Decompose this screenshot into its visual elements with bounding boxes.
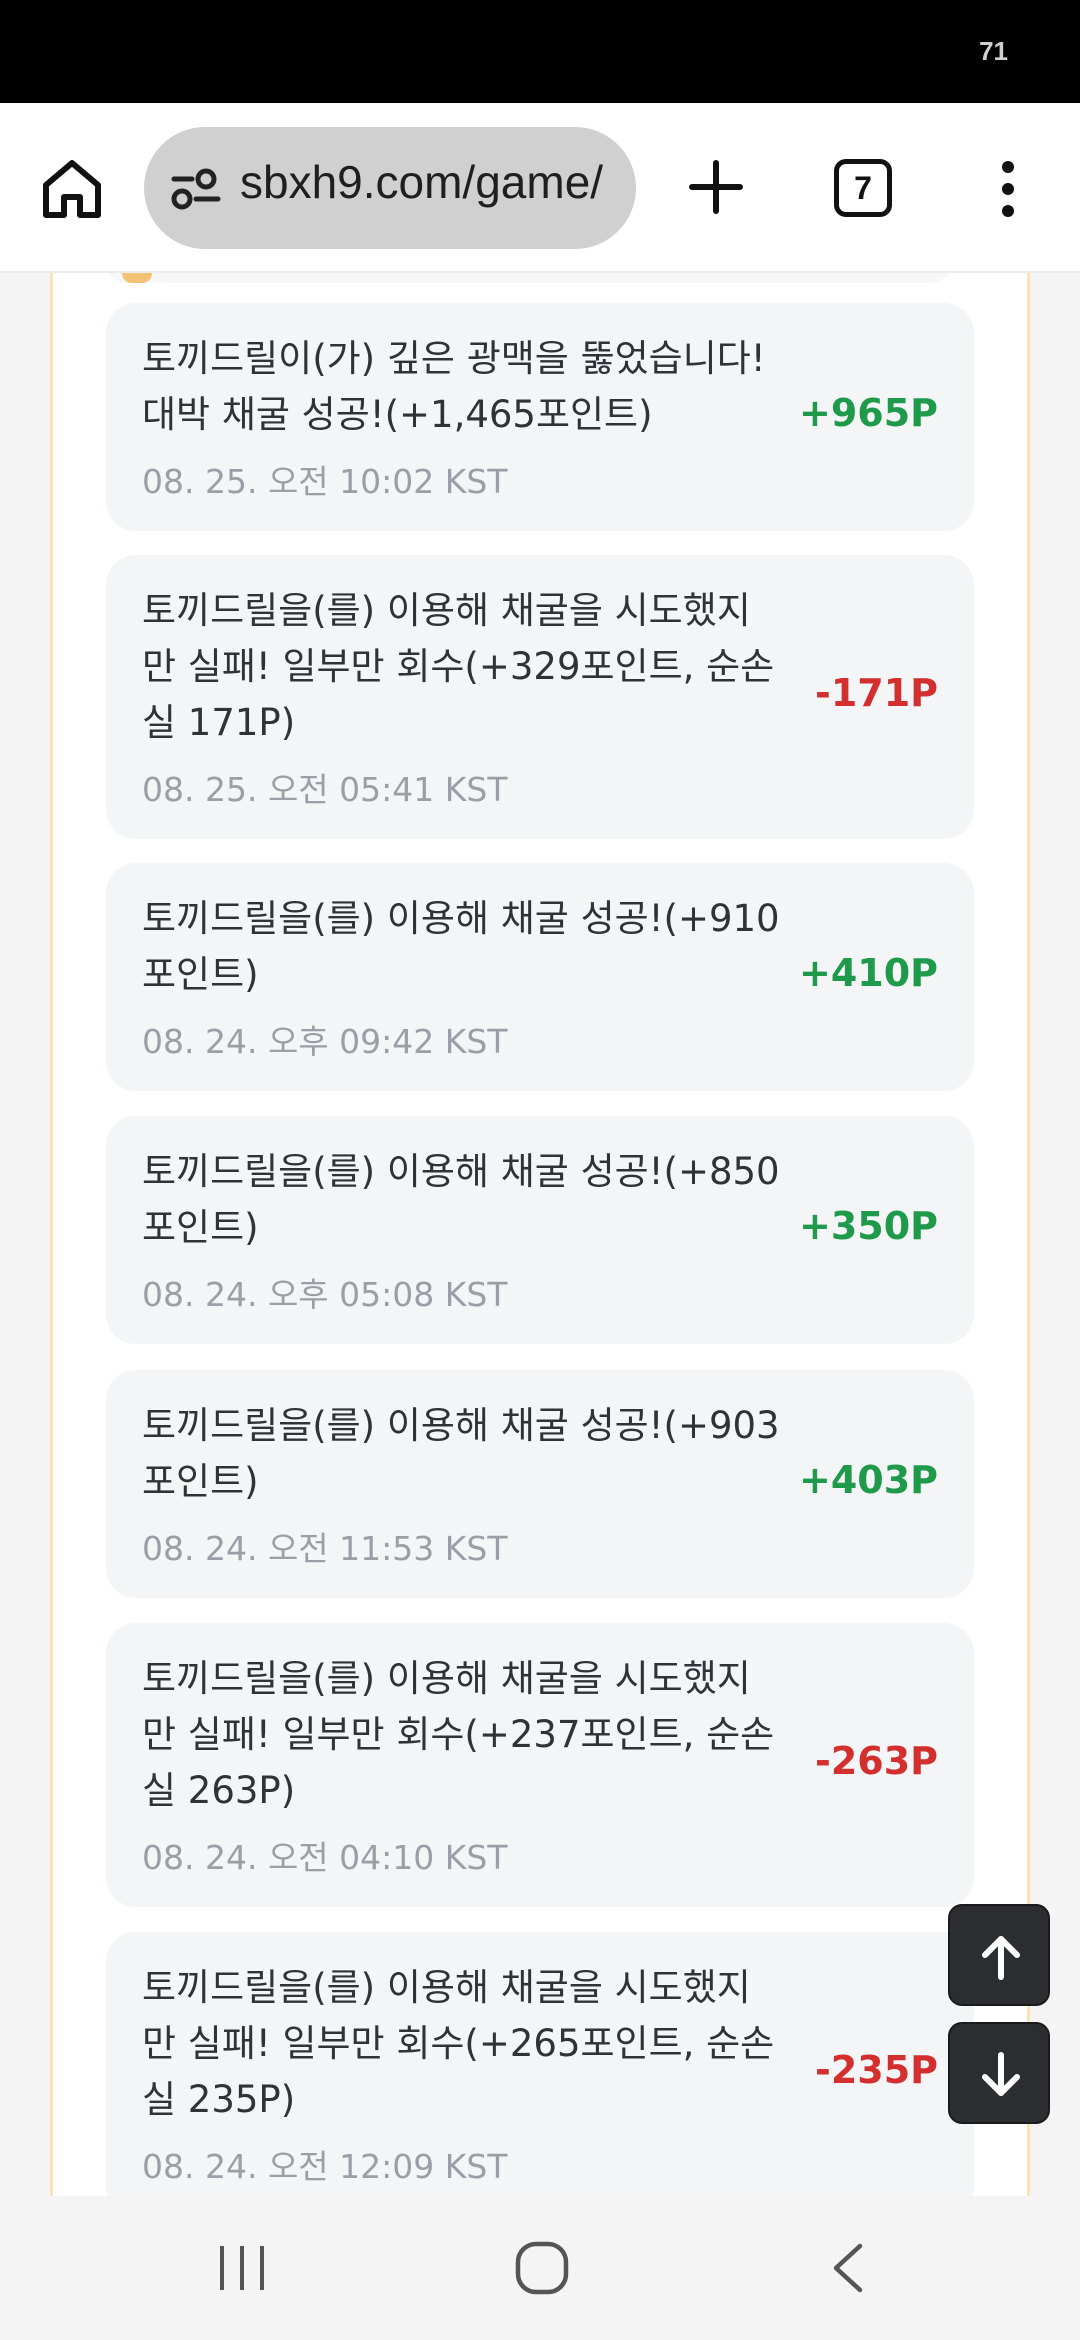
record-card: 토끼드릴을(를) 이용해 채굴 성공!(+910포인트) 08. 24. 오후 … [106,863,974,1091]
home-button[interactable] [36,153,108,225]
tab-switcher-button[interactable]: 7 [834,159,892,217]
recents-icon[interactable] [214,2242,270,2294]
record-message: 토끼드릴을(를) 이용해 채굴을 시도했지만 실패! 일부만 회수(+329포인… [142,589,775,744]
record-card: 토끼드릴이(가) 깊은 광맥을 뚫었습니다! 대박 채굴 성공!(+1,465포… [106,303,974,531]
record-time: 08. 25. 오전 10:02 KST [142,462,508,501]
record-amount: +350P [798,1204,938,1248]
record-amount: -171P [815,671,938,715]
url-text: sbxh9.com/game/ [240,156,604,208]
record-message: 토끼드릴을(를) 이용해 채굴을 시도했지만 실패! 일부만 회수(+237포인… [142,1657,775,1812]
tune-icon[interactable] [170,165,222,213]
new-tab-button[interactable] [680,151,752,223]
scroll-top-button[interactable] [948,1904,1050,2006]
page-content: 토끼드릴이(가) 깊은 광맥을 뚫었습니다! 대박 채굴 성공!(+1,465포… [0,273,1080,2196]
address-bar[interactable]: sbxh9.com/game/ [144,127,636,249]
record-message: 토끼드릴을(를) 이용해 채굴 성공!(+903포인트) [142,1404,780,1503]
scroll-bottom-button[interactable] [948,2022,1050,2124]
status-bar: 71 [0,0,1080,103]
record-amount: +403P [798,1458,938,1502]
plus-icon [689,160,743,214]
record-time: 08. 24. 오전 04:10 KST [142,1838,508,1877]
record-amount: +410P [798,951,938,995]
record-message: 토끼드릴이(가) 깊은 광맥을 뚫었습니다! 대박 채굴 성공!(+1,465포… [142,337,766,436]
record-card: 토끼드릴을(를) 이용해 채굴을 시도했지만 실패! 일부만 회수(+329포인… [106,555,974,839]
record-card: 토끼드릴을(를) 이용해 채굴을 시도했지만 실패! 일부만 회수(+265포인… [106,1932,974,2196]
record-time: 08. 24. 오전 12:09 KST [142,2147,508,2186]
circle-home-icon[interactable] [514,2240,570,2296]
record-amount: +965P [798,391,938,435]
menu-button[interactable] [990,153,1026,225]
previous-card-edge [104,273,954,283]
system-nav-bar [0,2196,1080,2340]
back-chevron-icon[interactable] [826,2240,870,2296]
record-time: 08. 24. 오전 11:53 KST [142,1529,508,1568]
record-amount: -235P [815,2048,938,2092]
more-vert-icon [1002,161,1014,217]
browser-toolbar: sbxh9.com/game/ 7 [0,103,1080,273]
record-message: 토끼드릴을(를) 이용해 채굴을 시도했지만 실패! 일부만 회수(+265포인… [142,1966,775,2121]
record-time: 08. 24. 오후 09:42 KST [142,1022,508,1061]
record-card: 토끼드릴을(를) 이용해 채굴을 시도했지만 실패! 일부만 회수(+237포인… [106,1623,974,1907]
record-card: 토끼드릴을(를) 이용해 채굴 성공!(+850포인트) 08. 24. 오후 … [106,1116,974,1344]
record-amount: -263P [815,1739,938,1783]
record-message: 토끼드릴을(를) 이용해 채굴 성공!(+850포인트) [142,1150,780,1249]
record-time: 08. 24. 오후 05:08 KST [142,1275,508,1314]
record-time: 08. 25. 오전 05:41 KST [142,770,508,809]
record-message: 토끼드릴을(를) 이용해 채굴 성공!(+910포인트) [142,897,780,996]
battery-level: 71 [979,36,1008,66]
arrow-up-icon [982,1936,1020,1980]
record-card: 토끼드릴을(를) 이용해 채굴 성공!(+903포인트) 08. 24. 오전 … [106,1370,974,1598]
arrow-down-icon [982,2052,1020,2096]
home-icon [43,160,101,218]
